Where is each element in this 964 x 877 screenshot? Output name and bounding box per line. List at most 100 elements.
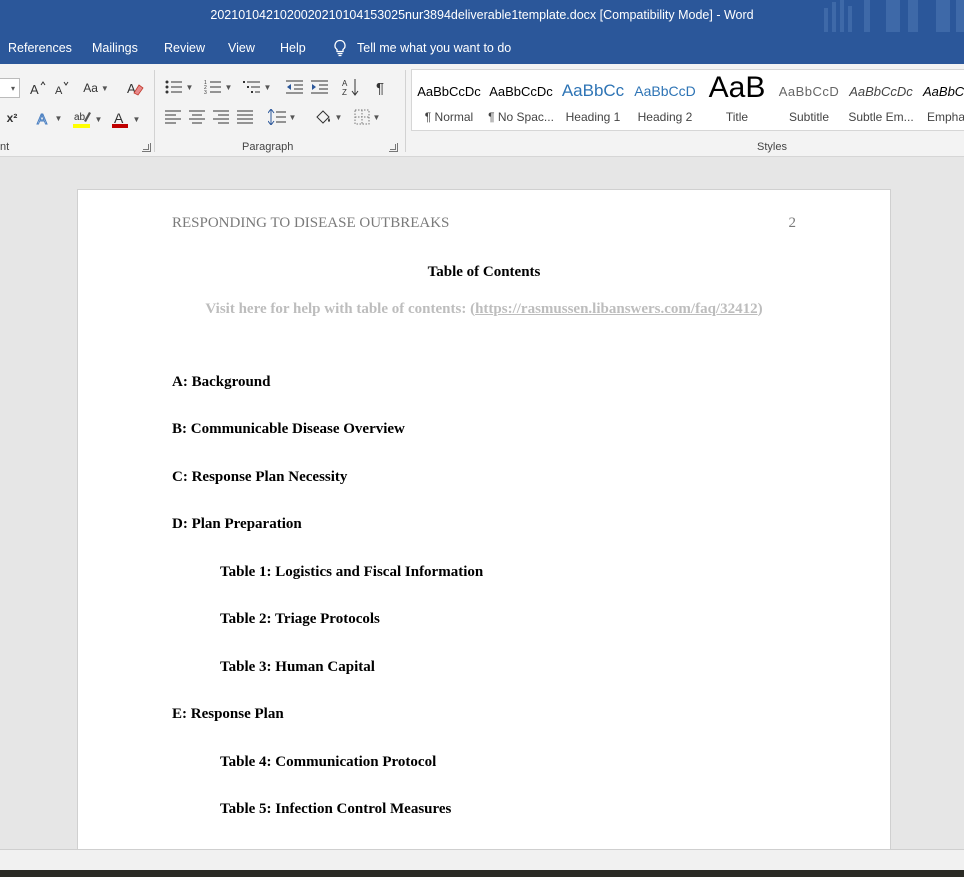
- superscript-button[interactable]: x²: [2, 108, 22, 128]
- style-title[interactable]: AaB Title: [701, 70, 773, 130]
- group-separator: [154, 70, 155, 152]
- justify-icon: [237, 110, 253, 124]
- tell-me-box[interactable]: Tell me what you want to do: [333, 39, 511, 57]
- toc-entry-sub[interactable]: Table 4: Communication Protocol: [220, 754, 436, 771]
- toc-entry-sub[interactable]: Table 1: Logistics and Fiscal Informatio…: [220, 564, 483, 581]
- svg-text:A: A: [37, 111, 47, 126]
- line-spacing-button[interactable]: ▼: [265, 106, 299, 128]
- style-sample: AaBbCcD: [634, 83, 696, 99]
- justify-button[interactable]: [235, 106, 255, 128]
- svg-text:3: 3: [204, 90, 207, 95]
- toc-entry[interactable]: A: Background: [172, 374, 271, 391]
- align-center-icon: [189, 110, 205, 124]
- style-sample: AaBbC: [923, 84, 964, 99]
- align-right-button[interactable]: [211, 106, 231, 128]
- font-dialog-launcher[interactable]: [142, 143, 151, 152]
- chevron-down-icon: ▼: [263, 82, 272, 92]
- font-size-dropdown[interactable]: ▾: [0, 78, 20, 98]
- toc-entry[interactable]: E: Response Plan: [172, 706, 284, 723]
- toc-entry-sub[interactable]: Table 3: Human Capital: [220, 659, 375, 676]
- status-bar: [0, 849, 964, 870]
- style-heading-2[interactable]: AaBbCcD Heading 2: [629, 70, 701, 130]
- svg-text:A: A: [55, 85, 63, 96]
- tell-me-label: Tell me what you want to do: [357, 41, 512, 55]
- grow-font-button[interactable]: A: [28, 78, 48, 98]
- numbering-button[interactable]: 1 2 3 ▼: [202, 76, 234, 98]
- page-number: 2: [788, 215, 797, 231]
- chevron-down-icon: ▼: [94, 114, 103, 124]
- bullets-button[interactable]: ▼: [163, 76, 195, 98]
- ribbon-tabs: References Mailings Review View Help Tel…: [0, 32, 964, 64]
- text-effects-button[interactable]: A ▼: [34, 108, 64, 128]
- style-name: Title: [725, 110, 749, 124]
- toc-entry-sub[interactable]: Table 2: Triage Protocols: [220, 611, 380, 628]
- grow-font-icon: A: [30, 81, 46, 96]
- font-group-label: nt: [0, 141, 10, 153]
- tab-view[interactable]: View: [228, 41, 255, 55]
- toc-help-link[interactable]: https://rasmussen.libanswers.com/faq/324…: [475, 301, 758, 317]
- font-color-button[interactable]: A ▼: [108, 108, 142, 130]
- paint-bucket-icon: [315, 110, 330, 124]
- style-sample: AaBbCcDc: [849, 84, 913, 99]
- group-separator: [405, 70, 406, 152]
- highlight-color-button[interactable]: ab ▼: [70, 108, 104, 130]
- style-normal[interactable]: AaBbCcDc ¶ Normal: [413, 70, 485, 130]
- title-bar: 20210104210200202101041530​25nur3894deli…: [0, 0, 964, 32]
- toc-entry[interactable]: C: Response Plan Necessity: [172, 469, 347, 486]
- increase-indent-button[interactable]: [309, 76, 331, 98]
- svg-text:A: A: [30, 82, 39, 96]
- toc-help-text: Visit here for help with table of conten…: [78, 301, 890, 318]
- style-no-spacing[interactable]: AaBbCcDc ¶ No Spac...: [485, 70, 557, 130]
- taskbar: [0, 870, 964, 877]
- borders-button[interactable]: ▼: [350, 106, 384, 128]
- multilevel-list-icon: [242, 81, 260, 93]
- toc-entry-sub[interactable]: Table 5: Infection Control Measures: [220, 801, 451, 818]
- chevron-down-icon: ▼: [224, 82, 233, 92]
- decrease-indent-button[interactable]: [284, 76, 306, 98]
- document-area[interactable]: RESPONDING TO DISEASE OUTBREAKS 2 Table …: [0, 157, 964, 849]
- style-name: Heading 1: [565, 110, 621, 124]
- tab-references[interactable]: References: [8, 41, 72, 55]
- style-subtitle[interactable]: AaBbCcD Subtitle: [773, 70, 845, 130]
- svg-text:A: A: [342, 79, 348, 88]
- shrink-font-button[interactable]: A: [52, 78, 72, 98]
- align-right-icon: [213, 110, 229, 124]
- superscript-label: x²: [6, 111, 18, 125]
- paragraph-group-label: Paragraph: [242, 141, 294, 153]
- toc-help-suffix: ): [757, 301, 763, 317]
- align-left-icon: [165, 110, 181, 124]
- title-bar-pattern: [824, 0, 964, 32]
- shading-button[interactable]: ▼: [311, 106, 345, 128]
- show-formatting-button[interactable]: ¶: [371, 76, 393, 98]
- multilevel-list-button[interactable]: ▼: [241, 76, 273, 98]
- sort-button[interactable]: A Z: [340, 76, 362, 98]
- align-left-button[interactable]: [163, 106, 183, 128]
- clear-formatting-icon: A: [127, 81, 144, 96]
- tab-review[interactable]: Review: [164, 41, 205, 55]
- style-name: Empha: [927, 110, 964, 124]
- document-page[interactable]: RESPONDING TO DISEASE OUTBREAKS 2 Table …: [77, 189, 891, 849]
- svg-text:A: A: [114, 110, 124, 126]
- style-heading-1[interactable]: AaBbCc Heading 1: [557, 70, 629, 130]
- chevron-down-icon: ▼: [54, 113, 63, 123]
- running-head: RESPONDING TO DISEASE OUTBREAKS: [172, 215, 450, 231]
- sort-icon: A Z: [342, 79, 359, 96]
- tab-mailings[interactable]: Mailings: [92, 41, 138, 55]
- style-subtle-emphasis[interactable]: AaBbCcDc Subtle Em...: [845, 70, 917, 130]
- bullets-icon: [165, 80, 182, 94]
- lightbulb-icon: [334, 39, 346, 57]
- toc-entry[interactable]: D: Plan Preparation: [172, 516, 302, 533]
- decrease-indent-icon: [286, 80, 303, 94]
- paragraph-dialog-launcher[interactable]: [389, 143, 398, 152]
- tab-help[interactable]: Help: [280, 41, 306, 55]
- text-effects-icon: A: [36, 111, 47, 127]
- change-case-label: Aa: [83, 81, 98, 95]
- toc-entry[interactable]: B: Communicable Disease Overview: [172, 421, 405, 438]
- clear-formatting-button[interactable]: A: [124, 77, 146, 99]
- style-emphasis[interactable]: AaBbC Empha: [917, 70, 964, 130]
- styles-gallery: AaBbCcDc ¶ Normal AaBbCcDc ¶ No Spac... …: [411, 69, 964, 131]
- style-name: ¶ No Spac...: [488, 110, 554, 124]
- align-center-button[interactable]: [187, 106, 207, 128]
- change-case-button[interactable]: Aa ▼: [80, 78, 112, 98]
- style-name: Subtle Em...: [848, 110, 914, 124]
